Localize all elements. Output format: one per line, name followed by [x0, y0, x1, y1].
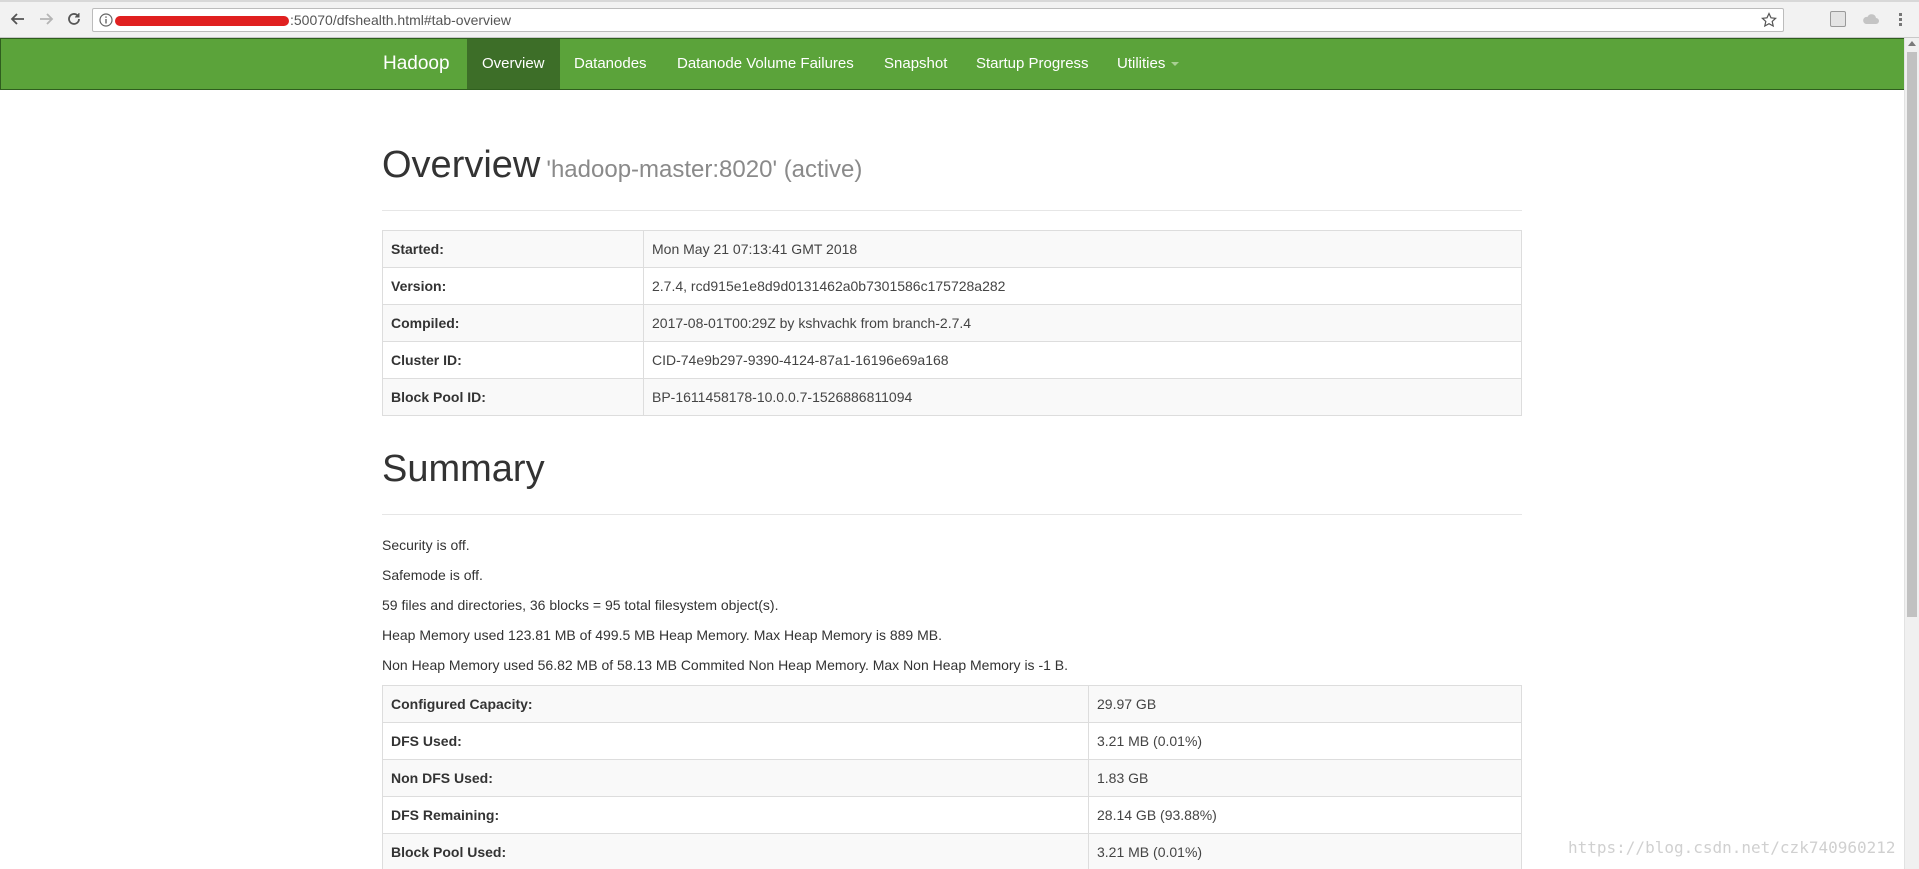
safemode-status: Safemode is off. [382, 567, 483, 583]
nav-item-snapshot[interactable]: Snapshot [884, 39, 947, 89]
nav-item-utilities[interactable]: Utilities [1117, 39, 1180, 89]
nav-item-overview[interactable]: Overview [467, 39, 560, 89]
row-key: DFS Used: [382, 722, 1089, 760]
row-key: DFS Remaining: [382, 796, 1089, 834]
brand-link[interactable]: Hadoop [383, 39, 450, 89]
reload-icon[interactable] [64, 9, 84, 29]
watermark: https://blog.csdn.net/czk740960212 [1568, 838, 1896, 857]
nav-item-datanode-volume-failures[interactable]: Datanode Volume Failures [677, 39, 854, 89]
scroll-up-arrow-icon[interactable] [1908, 41, 1916, 46]
heap-memory: Heap Memory used 123.81 MB of 499.5 MB H… [382, 627, 942, 643]
security-status: Security is off. [382, 537, 470, 553]
caret-down-icon [1171, 62, 1180, 67]
summary-heading: Summary [382, 448, 545, 490]
row-value: 28.14 GB (93.88%) [1088, 796, 1522, 834]
forward-arrow-icon[interactable] [36, 9, 56, 29]
address-bar[interactable]: :50070/dfshealth.html#tab-overview [92, 8, 1784, 32]
row-value: 2017-08-01T00:29Z by kshvachk from branc… [643, 304, 1522, 342]
table-row: Version: 2.7.4, rcd915e1e8d9d0131462a0b7… [382, 267, 1522, 305]
row-value: BP-1611458178-10.0.0.7-1526886811094 [643, 378, 1522, 416]
row-key: Configured Capacity: [382, 685, 1089, 723]
row-key: Non DFS Used: [382, 759, 1089, 797]
browser-toolbar: :50070/dfshealth.html#tab-overview [0, 0, 1919, 38]
row-value: 3.21 MB (0.01%) [1088, 722, 1522, 760]
table-row: Compiled: 2017-08-01T00:29Z by kshvachk … [382, 304, 1522, 342]
row-key: Started: [382, 230, 644, 268]
row-value: CID-74e9b297-9390-4124-87a1-16196e69a168 [643, 341, 1522, 379]
overview-title: Overview [382, 144, 541, 186]
back-arrow-icon[interactable] [8, 9, 28, 29]
scroll-thumb[interactable] [1907, 52, 1917, 617]
tab-strip [0, 0, 1919, 2]
extension-icon[interactable] [1830, 11, 1846, 27]
table-row: DFS Used: 3.21 MB (0.01%) [382, 722, 1522, 760]
table-row: DFS Remaining: 28.14 GB (93.88%) [382, 796, 1522, 834]
row-value: 2.7.4, rcd915e1e8d9d0131462a0b7301586c17… [643, 267, 1522, 305]
row-key: Compiled: [382, 304, 644, 342]
nav-item-datanodes[interactable]: Datanodes [574, 39, 647, 89]
overview-table: Started: Mon May 21 07:13:41 GMT 2018 Ve… [382, 230, 1522, 416]
table-row: Started: Mon May 21 07:13:41 GMT 2018 [382, 230, 1522, 268]
table-row: Cluster ID: CID-74e9b297-9390-4124-87a1-… [382, 341, 1522, 379]
overview-divider [382, 210, 1522, 211]
star-icon[interactable] [1761, 12, 1777, 28]
redacted-host [115, 16, 289, 26]
table-row: Block Pool Used: 3.21 MB (0.01%) [382, 833, 1522, 869]
row-key: Block Pool ID: [382, 378, 644, 416]
info-icon[interactable] [99, 13, 113, 27]
page-scrollbar[interactable] [1904, 38, 1919, 869]
top-navbar: Hadoop Overview Datanodes Datanode Volum… [0, 38, 1904, 90]
non-heap-memory: Non Heap Memory used 56.82 MB of 58.13 M… [382, 657, 1069, 673]
table-row: Non DFS Used: 1.83 GB [382, 759, 1522, 797]
overview-subtitle: 'hadoop-master:8020' (active) [546, 156, 863, 183]
table-row: Block Pool ID: BP-1611458178-10.0.0.7-15… [382, 378, 1522, 416]
row-key: Block Pool Used: [382, 833, 1089, 869]
url-text: :50070/dfshealth.html#tab-overview [290, 12, 512, 28]
utilities-label: Utilities [1117, 55, 1166, 72]
nav-item-startup-progress[interactable]: Startup Progress [976, 39, 1089, 89]
row-value: 3.21 MB (0.01%) [1088, 833, 1522, 869]
row-key: Version: [382, 267, 644, 305]
row-value: 1.83 GB [1088, 759, 1522, 797]
filesystem-objects: 59 files and directories, 36 blocks = 95… [382, 597, 779, 613]
table-row: Configured Capacity: 29.97 GB [382, 685, 1522, 723]
summary-divider [382, 514, 1522, 515]
summary-table: Configured Capacity: 29.97 GB DFS Used: … [382, 685, 1522, 869]
row-value: Mon May 21 07:13:41 GMT 2018 [643, 230, 1522, 268]
row-key: Cluster ID: [382, 341, 644, 379]
menu-icon[interactable] [1892, 11, 1910, 27]
cloud-icon[interactable] [1862, 12, 1880, 26]
row-value: 29.97 GB [1088, 685, 1522, 723]
overview-heading: Overview'hadoop-master:8020' (active) [382, 144, 862, 187]
